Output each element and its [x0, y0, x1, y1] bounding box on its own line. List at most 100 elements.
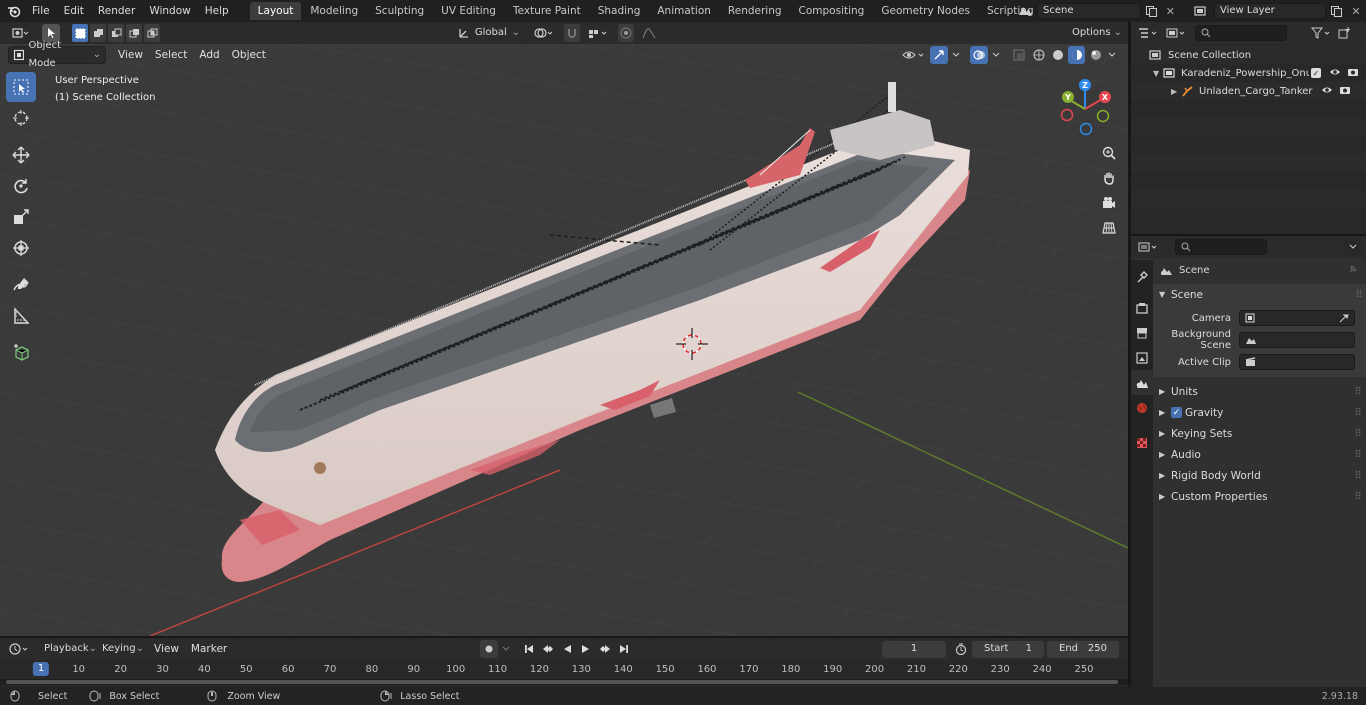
- start-frame-field[interactable]: Start 1: [972, 640, 1044, 658]
- panel-rigid-body-world[interactable]: ▶ Rigid Body World ⠿: [1153, 465, 1366, 486]
- panel-audio[interactable]: ▶ Audio ⠿: [1153, 444, 1366, 465]
- blender-logo-icon[interactable]: [3, 0, 25, 22]
- xray-toggle-icon[interactable]: [1010, 46, 1028, 64]
- solid-shading-icon[interactable]: [1049, 46, 1066, 64]
- menu-add[interactable]: Add: [193, 49, 225, 61]
- orientation-dropdown[interactable]: Global ⌄: [454, 24, 524, 42]
- tab-world[interactable]: [1131, 395, 1153, 420]
- menu-object[interactable]: Object: [226, 49, 272, 61]
- menu-render[interactable]: Render: [91, 0, 142, 22]
- outliner-search-input[interactable]: [1195, 25, 1287, 41]
- tab-compositing[interactable]: Compositing: [791, 2, 873, 20]
- perspective-toggle-icon[interactable]: [1097, 215, 1121, 240]
- move-tool[interactable]: [6, 140, 36, 170]
- timeline-scrollbar-thumb[interactable]: [6, 680, 1118, 684]
- drag-handle-icon[interactable]: ⠿: [1354, 407, 1362, 419]
- tab-sculpting[interactable]: Sculpting: [367, 2, 432, 20]
- play-reverse-icon[interactable]: [558, 640, 576, 658]
- camera-field[interactable]: [1239, 310, 1355, 326]
- scene-name-field[interactable]: Scene: [1037, 3, 1142, 19]
- pin-icon[interactable]: [1348, 264, 1358, 277]
- select-box-tool[interactable]: [6, 72, 36, 102]
- menu-help[interactable]: Help: [198, 0, 236, 22]
- drag-handle-icon[interactable]: ⠿: [1354, 491, 1362, 503]
- properties-editor-type-icon[interactable]: [1135, 238, 1163, 256]
- visibility-eye-icon[interactable]: [1329, 67, 1341, 80]
- tab-texture[interactable]: [1131, 430, 1153, 455]
- options-dropdown[interactable]: Options ⌄: [1071, 24, 1123, 42]
- scene-close-icon[interactable]: ✕: [1161, 2, 1180, 20]
- display-mode-icon[interactable]: [1163, 24, 1191, 42]
- menu-window[interactable]: Window: [142, 0, 197, 22]
- rotate-tool[interactable]: [6, 171, 36, 201]
- view-layer-icon[interactable]: [1188, 2, 1214, 20]
- next-keyframe-icon[interactable]: [596, 640, 614, 658]
- current-frame-field[interactable]: 1: [882, 640, 946, 658]
- gizmo-dropdown-icon[interactable]: [950, 46, 962, 64]
- background-scene-field[interactable]: [1239, 332, 1355, 348]
- mode-intersect-icon[interactable]: [144, 24, 160, 42]
- tab-uv-editing[interactable]: UV Editing: [433, 2, 504, 20]
- pivot-point-icon[interactable]: [530, 24, 558, 42]
- active-clip-field[interactable]: [1239, 354, 1355, 370]
- view-layer-field[interactable]: View Layer: [1214, 3, 1326, 19]
- visibility-filter-icon[interactable]: [900, 46, 928, 64]
- outliner-editor-type-icon[interactable]: [1135, 24, 1163, 42]
- playback-menu[interactable]: Playback ⌄: [40, 640, 97, 658]
- mode-subtract-icon[interactable]: [108, 24, 124, 42]
- panel-keying-sets[interactable]: ▶ Keying Sets ⠿: [1153, 423, 1366, 444]
- transform-tool[interactable]: [6, 233, 36, 263]
- scale-tool[interactable]: [6, 202, 36, 232]
- annotate-tool[interactable]: [6, 270, 36, 300]
- timeline-view-menu[interactable]: View: [148, 643, 185, 655]
- keying-dropdown-icon[interactable]: [499, 640, 513, 658]
- timeline-marker-menu[interactable]: Marker: [185, 643, 233, 655]
- timeline-editor-type-icon[interactable]: [6, 640, 34, 658]
- wireframe-shading-icon[interactable]: [1030, 46, 1047, 64]
- include-checkbox-icon[interactable]: ✓: [1311, 68, 1321, 78]
- view-layer-copy-icon[interactable]: [1326, 2, 1346, 20]
- tab-texture-paint[interactable]: Texture Paint: [505, 2, 589, 20]
- tab-view-layer[interactable]: [1131, 345, 1153, 370]
- navigation-gizmo[interactable]: Z Y X: [1058, 76, 1116, 138]
- new-collection-icon[interactable]: [1335, 24, 1353, 42]
- drag-handle-icon[interactable]: ⠿: [1354, 428, 1362, 440]
- render-camera-icon[interactable]: [1339, 85, 1351, 98]
- tab-scene[interactable]: [1131, 370, 1153, 395]
- timeline-ruler[interactable]: 1 10 20 30 40 50 60 70 80 90 100 110 120 130 140 150 160…: [0, 660, 1128, 687]
- shading-dropdown-icon[interactable]: [1106, 46, 1118, 64]
- zoom-icon[interactable]: [1097, 140, 1121, 165]
- pan-hand-icon[interactable]: [1097, 165, 1121, 190]
- scene-copy-icon[interactable]: [1141, 2, 1160, 20]
- scene-browse-icon[interactable]: [1012, 2, 1037, 20]
- menu-file[interactable]: File: [25, 0, 57, 22]
- keying-menu[interactable]: Keying ⌄: [98, 640, 146, 658]
- auto-keying-icon[interactable]: [480, 640, 498, 658]
- cursor-tool[interactable]: [6, 103, 36, 133]
- tab-modeling[interactable]: Modeling: [302, 2, 366, 20]
- falloff-icon[interactable]: [640, 24, 658, 42]
- panel-units[interactable]: ▶ Units ⠿: [1153, 381, 1366, 402]
- panel-custom-properties[interactable]: ▶ Custom Properties ⠿: [1153, 486, 1366, 507]
- proportional-edit-icon[interactable]: [618, 24, 634, 42]
- snap-toggle-icon[interactable]: [564, 24, 580, 42]
- timeline-scrollbar-track[interactable]: [0, 679, 1128, 685]
- 3d-viewport[interactable]: [0, 44, 1128, 636]
- mode-difference-icon[interactable]: [126, 24, 142, 42]
- outliner-row-tanker[interactable]: ▶ Unladen_Cargo_Tanker: [1131, 82, 1366, 100]
- tab-tool[interactable]: [1131, 264, 1153, 289]
- jump-end-icon[interactable]: [615, 640, 633, 658]
- outliner-row-powership[interactable]: ▼ Karadeniz_Powership_Onur_S ✓: [1131, 64, 1366, 82]
- panel-gravity[interactable]: ▶ ✓ Gravity ⠿: [1153, 402, 1366, 423]
- menu-edit[interactable]: Edit: [57, 0, 91, 22]
- measure-tool[interactable]: [6, 301, 36, 331]
- properties-search-input[interactable]: [1175, 239, 1267, 255]
- drag-handle-icon[interactable]: ⠿: [1354, 386, 1362, 398]
- tab-render[interactable]: [1131, 295, 1153, 320]
- drag-handle-icon[interactable]: ⠿: [1354, 449, 1362, 461]
- prev-keyframe-icon[interactable]: [539, 640, 557, 658]
- scene-section-header[interactable]: ▼ Scene ⠿: [1153, 284, 1366, 305]
- end-frame-field[interactable]: End 250: [1047, 640, 1119, 658]
- drag-handle-icon[interactable]: ⠿: [1354, 470, 1362, 482]
- properties-options-icon[interactable]: [1344, 238, 1362, 256]
